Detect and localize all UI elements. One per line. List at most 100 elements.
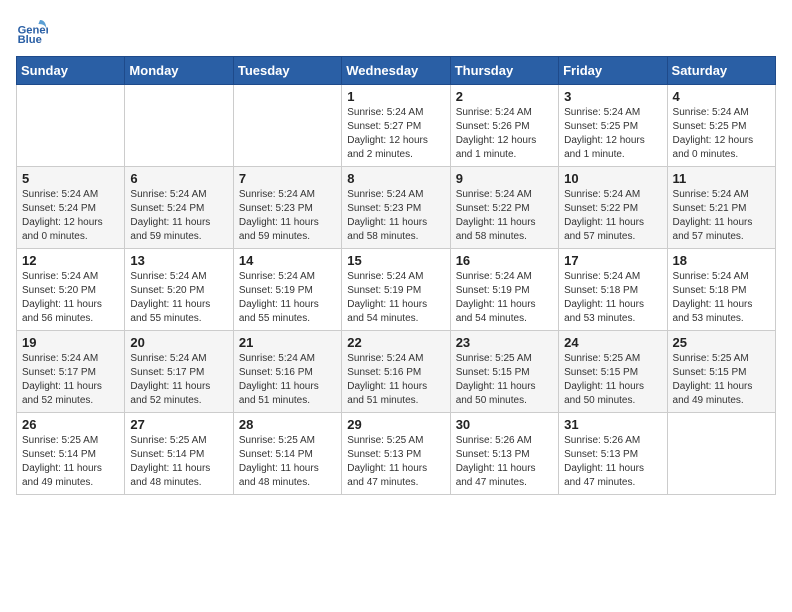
day-info: Sunrise: 5:24 AM Sunset: 5:19 PM Dayligh… <box>456 270 553 326</box>
day-number: 20 <box>130 335 227 350</box>
day-number: 25 <box>673 335 770 350</box>
day-info: Sunrise: 5:24 AM Sunset: 5:22 PM Dayligh… <box>456 188 553 244</box>
day-info: Sunrise: 5:25 AM Sunset: 5:15 PM Dayligh… <box>564 352 661 408</box>
day-info: Sunrise: 5:26 AM Sunset: 5:13 PM Dayligh… <box>456 434 553 490</box>
calendar-cell: 29 Sunrise: 5:25 AM Sunset: 5:13 PM Dayli… <box>342 413 450 495</box>
day-info: Sunrise: 5:25 AM Sunset: 5:15 PM Dayligh… <box>673 352 770 408</box>
day-number: 21 <box>239 335 336 350</box>
calendar-day-header: Sunday <box>17 57 125 85</box>
day-number: 1 <box>347 89 444 104</box>
day-number: 17 <box>564 253 661 268</box>
day-number: 29 <box>347 417 444 432</box>
day-number: 5 <box>22 171 119 186</box>
calendar-cell <box>233 85 341 167</box>
day-info: Sunrise: 5:24 AM Sunset: 5:19 PM Dayligh… <box>347 270 444 326</box>
calendar-cell: 31 Sunrise: 5:26 AM Sunset: 5:13 PM Dayli… <box>559 413 667 495</box>
day-number: 3 <box>564 89 661 104</box>
calendar-table: SundayMondayTuesdayWednesdayThursdayFrid… <box>16 56 776 495</box>
calendar-header-row: SundayMondayTuesdayWednesdayThursdayFrid… <box>17 57 776 85</box>
day-number: 2 <box>456 89 553 104</box>
day-number: 12 <box>22 253 119 268</box>
day-info: Sunrise: 5:24 AM Sunset: 5:20 PM Dayligh… <box>22 270 119 326</box>
day-number: 27 <box>130 417 227 432</box>
calendar-cell: 11 Sunrise: 5:24 AM Sunset: 5:21 PM Dayli… <box>667 167 775 249</box>
calendar-cell: 16 Sunrise: 5:24 AM Sunset: 5:19 PM Dayli… <box>450 249 558 331</box>
calendar-cell: 3 Sunrise: 5:24 AM Sunset: 5:25 PM Daylig… <box>559 85 667 167</box>
calendar-cell: 22 Sunrise: 5:24 AM Sunset: 5:16 PM Dayli… <box>342 331 450 413</box>
day-info: Sunrise: 5:24 AM Sunset: 5:17 PM Dayligh… <box>130 352 227 408</box>
day-info: Sunrise: 5:24 AM Sunset: 5:16 PM Dayligh… <box>239 352 336 408</box>
day-number: 24 <box>564 335 661 350</box>
day-number: 15 <box>347 253 444 268</box>
day-number: 14 <box>239 253 336 268</box>
calendar-cell: 23 Sunrise: 5:25 AM Sunset: 5:15 PM Dayli… <box>450 331 558 413</box>
calendar-cell: 15 Sunrise: 5:24 AM Sunset: 5:19 PM Dayli… <box>342 249 450 331</box>
day-number: 13 <box>130 253 227 268</box>
day-number: 18 <box>673 253 770 268</box>
calendar-cell: 30Sunrise: 5:26 AM Sunset: 5:13 PM Dayli… <box>450 413 558 495</box>
calendar-cell: 14 Sunrise: 5:24 AM Sunset: 5:19 PM Dayli… <box>233 249 341 331</box>
day-number: 23 <box>456 335 553 350</box>
calendar-cell: 25 Sunrise: 5:25 AM Sunset: 5:15 PM Dayli… <box>667 331 775 413</box>
day-info: Sunrise: 5:25 AM Sunset: 5:14 PM Dayligh… <box>130 434 227 490</box>
calendar-day-header: Friday <box>559 57 667 85</box>
calendar-day-header: Saturday <box>667 57 775 85</box>
day-number: 16 <box>456 253 553 268</box>
day-info: Sunrise: 5:24 AM Sunset: 5:24 PM Dayligh… <box>130 188 227 244</box>
day-number: 26 <box>22 417 119 432</box>
calendar-cell: 9 Sunrise: 5:24 AM Sunset: 5:22 PM Daylig… <box>450 167 558 249</box>
calendar-cell: 7 Sunrise: 5:24 AM Sunset: 5:23 PM Daylig… <box>233 167 341 249</box>
calendar-cell: 28 Sunrise: 5:25 AM Sunset: 5:14 PM Dayli… <box>233 413 341 495</box>
calendar-week-row: 26 Sunrise: 5:25 AM Sunset: 5:14 PM Dayli… <box>17 413 776 495</box>
calendar-week-row: 1 Sunrise: 5:24 AM Sunset: 5:27 PM Daylig… <box>17 85 776 167</box>
day-info: Sunrise: 5:24 AM Sunset: 5:26 PM Dayligh… <box>456 106 553 162</box>
day-info: Sunrise: 5:25 AM Sunset: 5:13 PM Dayligh… <box>347 434 444 490</box>
day-number: 11 <box>673 171 770 186</box>
calendar-day-header: Wednesday <box>342 57 450 85</box>
calendar-day-header: Thursday <box>450 57 558 85</box>
calendar-cell: 10 Sunrise: 5:24 AM Sunset: 5:22 PM Dayli… <box>559 167 667 249</box>
day-info: Sunrise: 5:25 AM Sunset: 5:14 PM Dayligh… <box>239 434 336 490</box>
day-info: Sunrise: 5:25 AM Sunset: 5:15 PM Dayligh… <box>456 352 553 408</box>
day-number: 31 <box>564 417 661 432</box>
day-number: 7 <box>239 171 336 186</box>
day-info: Sunrise: 5:24 AM Sunset: 5:19 PM Dayligh… <box>239 270 336 326</box>
day-info: Sunrise: 5:24 AM Sunset: 5:25 PM Dayligh… <box>564 106 661 162</box>
day-number: 9 <box>456 171 553 186</box>
logo-icon: General Blue <box>16 16 48 48</box>
day-number: 4 <box>673 89 770 104</box>
day-info: Sunrise: 5:24 AM Sunset: 5:27 PM Dayligh… <box>347 106 444 162</box>
day-info: Sunrise: 5:26 AM Sunset: 5:13 PM Dayligh… <box>564 434 661 490</box>
calendar-day-header: Monday <box>125 57 233 85</box>
day-info: Sunrise: 5:24 AM Sunset: 5:16 PM Dayligh… <box>347 352 444 408</box>
calendar-week-row: 19 Sunrise: 5:24 AM Sunset: 5:17 PM Dayli… <box>17 331 776 413</box>
day-number: 22 <box>347 335 444 350</box>
day-number: 19 <box>22 335 119 350</box>
calendar-cell: 4 Sunrise: 5:24 AM Sunset: 5:25 PM Daylig… <box>667 85 775 167</box>
calendar-cell <box>125 85 233 167</box>
calendar-cell <box>17 85 125 167</box>
calendar-cell <box>667 413 775 495</box>
calendar-cell: 18 Sunrise: 5:24 AM Sunset: 5:18 PM Dayli… <box>667 249 775 331</box>
calendar-cell: 17Sunrise: 5:24 AM Sunset: 5:18 PM Dayli… <box>559 249 667 331</box>
day-info: Sunrise: 5:24 AM Sunset: 5:18 PM Dayligh… <box>673 270 770 326</box>
day-info: Sunrise: 5:24 AM Sunset: 5:25 PM Dayligh… <box>673 106 770 162</box>
day-info: Sunrise: 5:24 AM Sunset: 5:21 PM Dayligh… <box>673 188 770 244</box>
day-number: 6 <box>130 171 227 186</box>
day-info: Sunrise: 5:25 AM Sunset: 5:14 PM Dayligh… <box>22 434 119 490</box>
day-info: Sunrise: 5:24 AM Sunset: 5:23 PM Dayligh… <box>347 188 444 244</box>
page-header: General Blue <box>16 16 776 48</box>
svg-text:Blue: Blue <box>18 34 42 46</box>
day-info: Sunrise: 5:24 AM Sunset: 5:20 PM Dayligh… <box>130 270 227 326</box>
day-number: 10 <box>564 171 661 186</box>
calendar-day-header: Tuesday <box>233 57 341 85</box>
calendar-week-row: 12 Sunrise: 5:24 AM Sunset: 5:20 PM Dayli… <box>17 249 776 331</box>
calendar-cell: 19Sunrise: 5:24 AM Sunset: 5:17 PM Dayli… <box>17 331 125 413</box>
day-info: Sunrise: 5:24 AM Sunset: 5:22 PM Dayligh… <box>564 188 661 244</box>
calendar-cell: 20 Sunrise: 5:24 AM Sunset: 5:17 PM Dayli… <box>125 331 233 413</box>
day-info: Sunrise: 5:24 AM Sunset: 5:23 PM Dayligh… <box>239 188 336 244</box>
day-number: 8 <box>347 171 444 186</box>
day-number: 28 <box>239 417 336 432</box>
calendar-week-row: 5 Sunrise: 5:24 AM Sunset: 5:24 PM Daylig… <box>17 167 776 249</box>
calendar-cell: 12 Sunrise: 5:24 AM Sunset: 5:20 PM Dayli… <box>17 249 125 331</box>
